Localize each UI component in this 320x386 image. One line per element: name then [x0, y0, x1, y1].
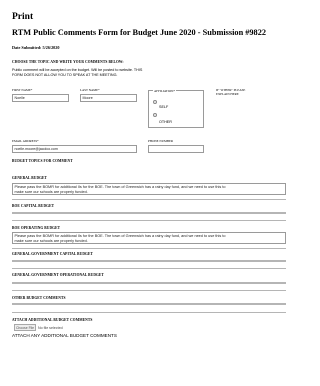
other-explain-label-2: EXPLAIN HERE: [216, 92, 239, 96]
form-title: RTM Public Comments Form for Budget June…: [12, 28, 267, 37]
other-comments-textarea[interactable]: [12, 303, 286, 306]
first-name-field[interactable]: Noelle: [12, 94, 69, 102]
affiliation-other-radio[interactable]: [153, 113, 157, 117]
first-name-label: FIRST NAME*: [12, 88, 33, 92]
last-name-label: LAST NAME*: [80, 88, 100, 92]
other-comments-label: OTHER BUDGET COMMENTS: [12, 296, 66, 300]
boe-operating-divider: [12, 248, 286, 249]
phone-field[interactable]: [148, 145, 204, 153]
general-budget-label: GENERAL BUDGET: [12, 176, 48, 180]
attach-note: ATTACH ANY ADDITIONAL BUDGET COMMENTS: [12, 333, 117, 338]
affiliation-self-label: SELF: [159, 105, 169, 109]
affiliation-legend: AFFILIATION*: [153, 88, 177, 93]
print-link[interactable]: Print: [12, 12, 33, 22]
boe-operating-line-2: make sure our schools are properly funde…: [14, 238, 88, 243]
notice-text: Public comment will be accepted on the b…: [12, 68, 290, 78]
boe-operating-textarea[interactable]: Please pass the BOMR for additional IIs …: [12, 232, 286, 244]
email-label: EMAIL ADDRESS*: [12, 139, 39, 143]
general-budget-textarea[interactable]: Please pass the BOMR for additional IIs …: [12, 183, 286, 195]
no-file-selected-text: No file selected: [38, 325, 63, 330]
gov-operational-label: GENERAL GOVERNMENT OPERATIONAL BUDGET: [12, 273, 104, 277]
topic-heading: CHOOSE THE TOPIC AND WRITE YOUR COMMENTS…: [12, 60, 124, 64]
last-name-field[interactable]: Moore: [80, 94, 137, 102]
date-submitted: Date Submitted: 5/26/2020: [12, 45, 60, 50]
notice-line-2: FORM DOES NOT ALLOW YOU TO SPEAK AT THE …: [12, 73, 118, 77]
phone-label: PHONE NUMBER: [148, 139, 174, 143]
attach-heading: ATTACH ADDITIONAL BUDGET COMMENTS: [12, 318, 93, 322]
budget-topics-heading: BUDGET TOPICS FOR COMMENT: [12, 159, 73, 163]
other-comments-divider: [12, 312, 286, 313]
boe-capital-divider: [12, 220, 286, 221]
gov-operational-divider: [12, 290, 286, 291]
choose-file-button[interactable]: Choose File: [14, 324, 36, 331]
general-budget-divider: [12, 199, 286, 200]
boe-capital-label: BOE CAPITAL BUDGET: [12, 204, 55, 208]
boe-operating-label: BOE OPERATING BUDGET: [12, 226, 61, 230]
gov-capital-label: GENERAL GOVERNMENT CAPITAL BUDGET: [12, 252, 93, 256]
gov-capital-textarea[interactable]: [12, 260, 286, 263]
gov-capital-divider: [12, 268, 286, 269]
gov-operational-textarea[interactable]: [12, 282, 286, 285]
affiliation-self-radio[interactable]: [153, 100, 157, 104]
email-field[interactable]: noelle.moore@jacolco.com: [12, 145, 137, 153]
general-budget-line-2: make sure our schools are properly funde…: [14, 189, 88, 194]
boe-capital-textarea[interactable]: [12, 212, 286, 215]
affiliation-group: AFFILIATION* SELF OTHER: [148, 88, 204, 128]
affiliation-other-label: OTHER: [159, 120, 172, 124]
